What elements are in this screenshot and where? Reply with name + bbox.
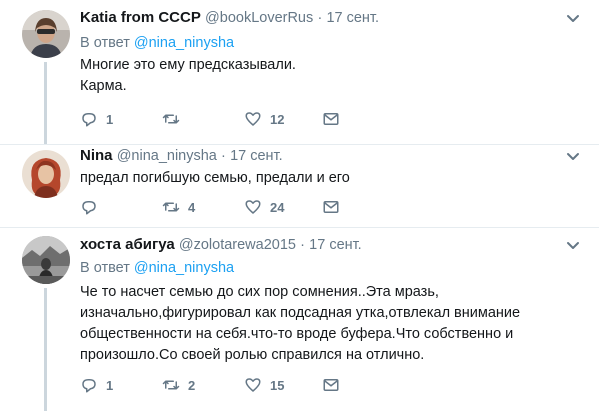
tweet-text-line: Многие это ему предсказывали. (80, 57, 296, 73)
timestamp[interactable]: 17 сент. (309, 237, 362, 253)
chevron-down-icon[interactable] (566, 14, 580, 24)
tweet-text-line: Че то насчет семью до сих пор сомнения..… (80, 284, 439, 300)
reply-context: В ответ @nina_ninysha (80, 34, 234, 53)
like-count: 15 (270, 377, 285, 393)
direct-message-button[interactable] (322, 109, 340, 129)
avatar-image (22, 150, 70, 198)
separator-dot: · (300, 237, 305, 253)
timestamp[interactable]: 17 сент. (230, 148, 283, 164)
retweet-button[interactable] (162, 109, 188, 129)
reply-context: В ответ @nina_ninysha (80, 259, 234, 278)
thread-line (44, 62, 47, 144)
username[interactable]: @zolotarewa2015 (179, 237, 296, 253)
reply-icon (82, 201, 96, 215)
separator-dot: · (317, 10, 323, 26)
avatar[interactable] (22, 236, 70, 284)
reply-icon (82, 113, 96, 127)
tweet-header: хоста абигуа @zolotarewa2015 · 17 сент. (80, 235, 362, 255)
tweet-text: предал погибшую семью, предали и его (80, 168, 580, 189)
tweet-2[interactable]: Nina @nina_ninysha · 17 сент. предал пог… (0, 145, 599, 227)
reply-button[interactable]: 1 (80, 375, 113, 395)
envelope-icon (323, 379, 339, 391)
like-button[interactable]: 15 (244, 375, 284, 395)
envelope-icon (323, 113, 339, 125)
avatar-image (22, 236, 70, 284)
separator-dot: · (221, 148, 226, 164)
retweet-icon (162, 114, 180, 124)
avatar[interactable] (22, 150, 70, 198)
tweet-text-line: предал погибшую семью, предали и его (80, 170, 350, 186)
reply-prefix: В ответ (80, 35, 130, 51)
tweet-text: Многие это ему предсказывали. Карма. (80, 55, 580, 97)
display-name[interactable]: Nina (80, 147, 113, 164)
display-name[interactable]: Katia from CCCP (80, 9, 201, 26)
tweet-header: Nina @nina_ninysha · 17 сент. (80, 146, 283, 166)
retweet-button[interactable]: 4 (162, 197, 195, 217)
tweet-text-line: Карма. (80, 78, 127, 94)
reply-button[interactable]: 1 (80, 109, 113, 129)
retweet-icon (162, 380, 180, 390)
tweet-actions: 4 24 (80, 197, 380, 217)
reply-prefix: В ответ (80, 260, 130, 276)
like-button[interactable]: 12 (244, 109, 284, 129)
retweet-button[interactable]: 2 (162, 375, 195, 395)
direct-message-button[interactable] (322, 375, 340, 395)
tweet-text-line: общественности на себя.что-то вроде буфе… (80, 326, 514, 342)
tweet-text-line: произошло.Со своей ролью справился на от… (80, 347, 425, 363)
tweet-text-line: изначально,фигурировал как подсадная утк… (80, 305, 521, 321)
chevron-down-icon[interactable] (566, 241, 580, 251)
tweet-header: Katia from CCCP @bookLoverRus · 17 сент. (80, 8, 379, 28)
reply-count: 1 (106, 377, 114, 393)
direct-message-button[interactable] (322, 197, 340, 217)
thread-line (44, 288, 47, 411)
heart-icon (245, 112, 261, 126)
username[interactable]: @bookLoverRus (205, 10, 313, 26)
reply-icon (82, 379, 96, 393)
tweet-3[interactable]: хоста абигуа @zolotarewa2015 · 17 сент. … (0, 228, 599, 411)
reply-count: 1 (106, 111, 114, 127)
avatar[interactable] (22, 10, 70, 58)
tweet-text: Че то насчет семью до сих пор сомнения..… (80, 282, 580, 366)
heart-icon (245, 200, 261, 214)
chevron-down-icon[interactable] (566, 152, 580, 162)
tweet-actions: 1 2 15 (80, 375, 380, 395)
like-button[interactable]: 24 (244, 197, 284, 217)
tweet-actions: 1 12 (80, 109, 380, 129)
reply-button[interactable] (80, 197, 106, 217)
username[interactable]: @nina_ninysha (117, 148, 217, 164)
retweet-icon (162, 202, 180, 212)
reply-mention-link[interactable]: @nina_ninysha (134, 260, 234, 276)
avatar-image (22, 10, 70, 58)
reply-mention-link[interactable]: @nina_ninysha (134, 35, 234, 51)
retweet-count: 4 (188, 199, 196, 215)
retweet-count: 2 (188, 377, 196, 393)
like-count: 24 (270, 199, 285, 215)
envelope-icon (323, 201, 339, 213)
timestamp[interactable]: 17 сент. (326, 10, 379, 26)
display-name[interactable]: хоста абигуа (80, 236, 175, 253)
tweet-1[interactable]: Katia from CCCP @bookLoverRus · 17 сент.… (0, 0, 599, 144)
heart-icon (245, 378, 261, 392)
like-count: 12 (270, 111, 285, 127)
